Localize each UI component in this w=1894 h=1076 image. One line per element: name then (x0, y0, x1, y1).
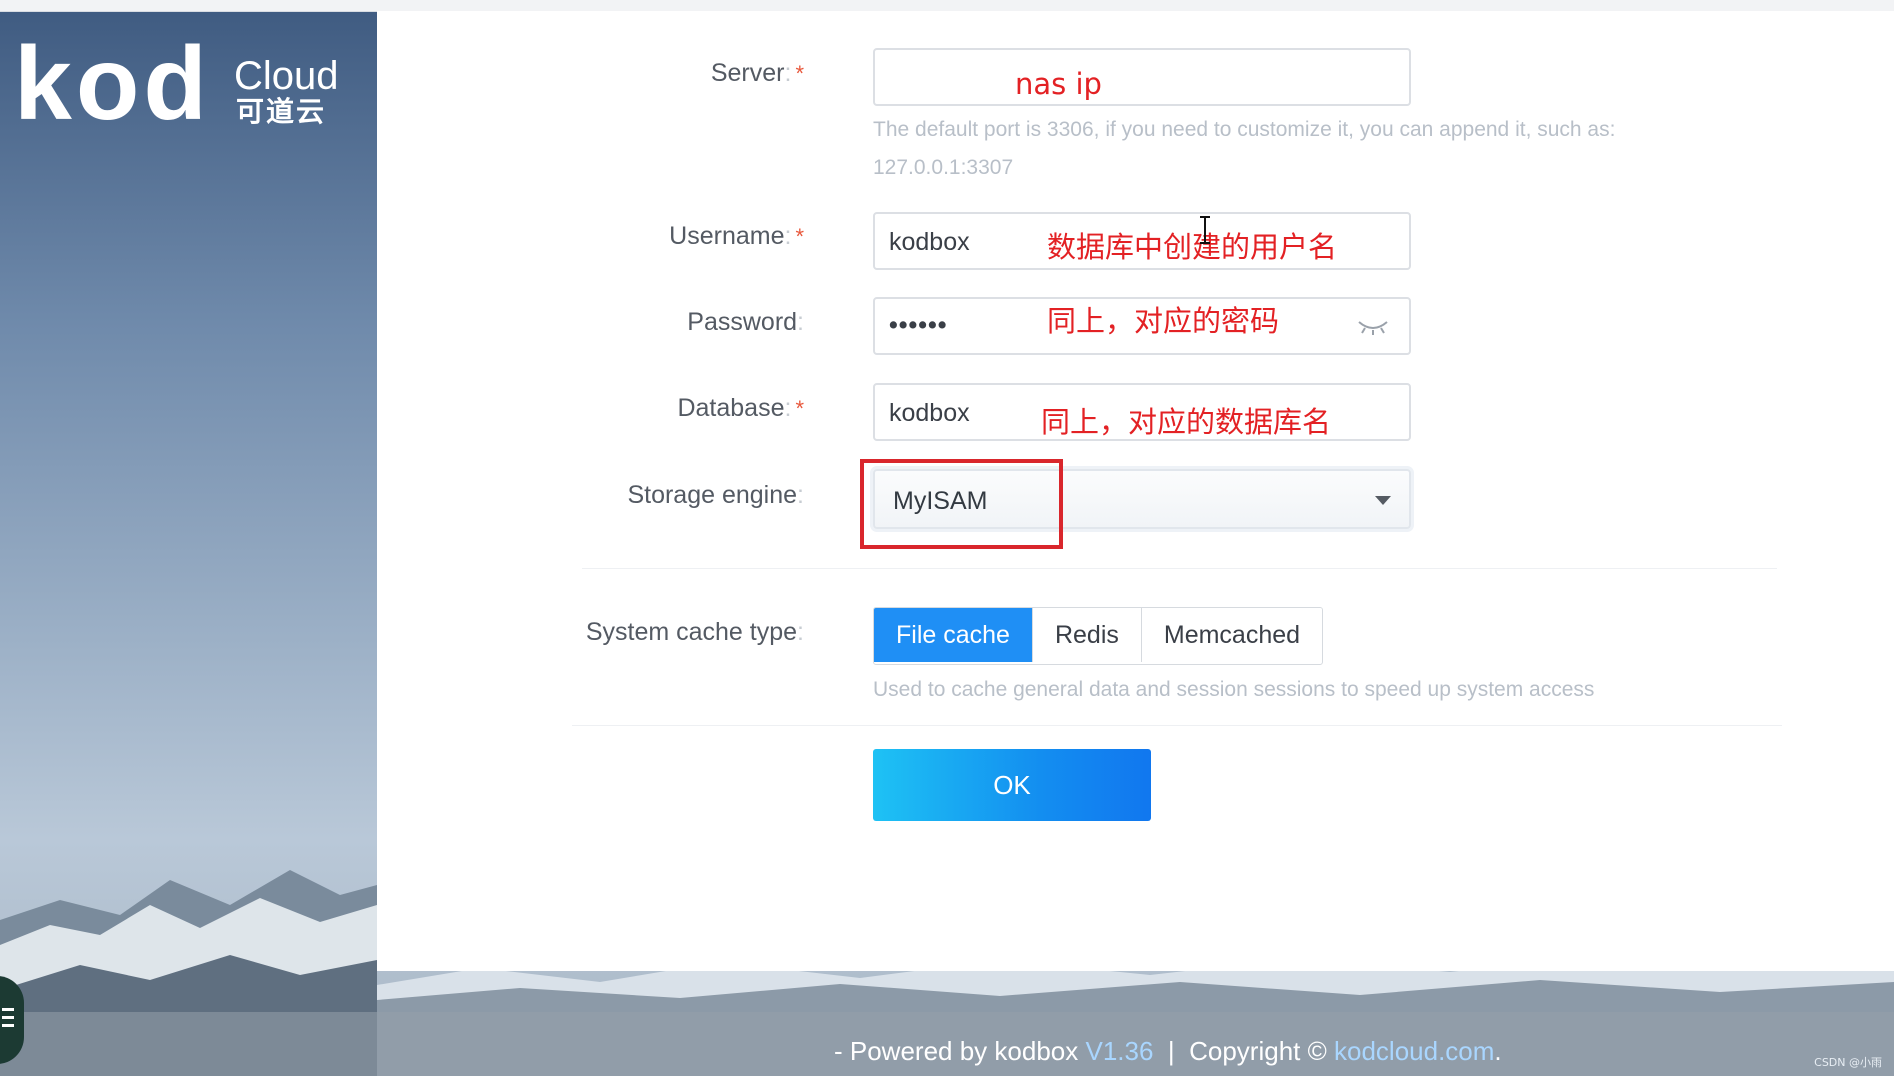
server-label: Server: * (710, 59, 804, 87)
password-label: Password: (687, 308, 804, 336)
cache-hint: Used to cache general data and session s… (873, 678, 1595, 701)
logo-cloud-text: Cloud (234, 54, 339, 98)
logo-kod-text: kod (14, 26, 211, 142)
username-annotation: 数据库中创建的用户名 (1047, 230, 1338, 264)
cache-type-segmented: File cache Redis Memcached (873, 607, 1324, 665)
kodcloud-link[interactable]: kodcloud.com (1334, 1036, 1494, 1066)
server-input[interactable] (873, 48, 1411, 106)
cache-type-label: System cache type: (585, 618, 804, 646)
eye-closed-icon[interactable] (1357, 319, 1389, 335)
required-mark: * (795, 61, 804, 86)
password-annotation: 同上，对应的密码 (1047, 304, 1280, 338)
watermark: CSDN @小雨 (1814, 1056, 1882, 1069)
database-annotation: 同上，对应的数据库名 (1041, 405, 1332, 439)
cache-option-file[interactable]: File cache (874, 608, 1033, 662)
logo-cn-text: 可道云 (236, 95, 327, 128)
divider (572, 725, 1782, 726)
install-form-panel: Server: * nas ip The default port is 3306… (377, 11, 1894, 971)
server-hint: The default port is 3306, if you need to… (873, 118, 1616, 179)
server-annotation: nas ip (1015, 67, 1102, 101)
menu-icon (2, 1008, 14, 1027)
highlight-box (860, 459, 1063, 549)
divider (582, 568, 1777, 569)
cache-option-memcached[interactable]: Memcached (1141, 608, 1323, 662)
cache-option-redis[interactable]: Redis (1032, 608, 1142, 662)
username-label: Username: * (669, 222, 804, 250)
database-label: Database: * (677, 394, 804, 422)
storage-engine-label: Storage engine: (627, 481, 804, 509)
kodcloud-logo: kod Cloud 可道云 (14, 32, 354, 142)
version-link[interactable]: V1.36 (1085, 1036, 1153, 1066)
text-cursor-icon (1200, 216, 1210, 244)
required-mark: * (795, 396, 804, 421)
ok-button[interactable]: OK (873, 749, 1151, 821)
chevron-down-icon (1375, 496, 1391, 505)
required-mark: * (795, 224, 804, 249)
footer-text: - Powered by kodbox V1.36 | Copyright © … (834, 1036, 1502, 1066)
